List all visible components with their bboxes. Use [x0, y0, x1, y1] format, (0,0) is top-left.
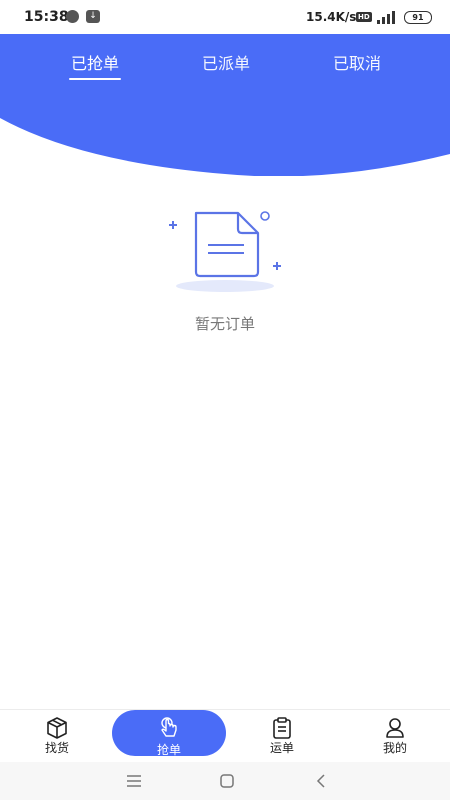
hand-tap-icon	[161, 717, 177, 737]
box-icon	[47, 717, 67, 739]
notification-icon	[66, 10, 79, 23]
home-icon[interactable]	[218, 772, 236, 790]
document-icon	[169, 211, 281, 292]
user-icon	[386, 718, 404, 738]
system-nav-bar	[0, 762, 450, 800]
active-tab-indicator	[69, 78, 121, 80]
status-bar: 15:38 ↓ 15.4K/s HD 91	[0, 0, 450, 34]
bottom-nav: 找货 抢单 运单 我的	[0, 709, 450, 762]
signal-icon	[377, 11, 395, 24]
clipboard-icon	[273, 717, 291, 739]
tab-grabbed[interactable]: 已抢单	[55, 50, 135, 74]
nav-find-goods[interactable]: 找货	[17, 710, 97, 762]
menu-icon[interactable]	[125, 772, 143, 790]
battery-indicator: 91	[404, 11, 432, 24]
network-speed: 15.4K/s	[306, 10, 357, 24]
nav-find-goods-label: 找货	[44, 741, 69, 755]
hd-badge: HD	[356, 12, 372, 22]
nav-waybill[interactable]: 运单	[242, 710, 322, 762]
tab-cancelled[interactable]: 已取消	[317, 50, 397, 74]
nav-grab-order-label: 抢单	[156, 743, 181, 757]
nav-grab-order[interactable]: 抢单	[112, 710, 226, 757]
tab-dispatched[interactable]: 已派单	[186, 50, 266, 74]
download-icon: ↓	[86, 10, 100, 23]
nav-mine-label: 我的	[382, 741, 407, 755]
empty-message: 暂无订单	[194, 315, 255, 333]
status-time: 15:38	[24, 9, 69, 25]
nav-waybill-label: 运单	[269, 741, 294, 755]
back-icon[interactable]	[312, 772, 330, 790]
order-tabs: 已抢单 已派单 已取消	[0, 34, 450, 88]
nav-mine[interactable]: 我的	[355, 710, 435, 762]
